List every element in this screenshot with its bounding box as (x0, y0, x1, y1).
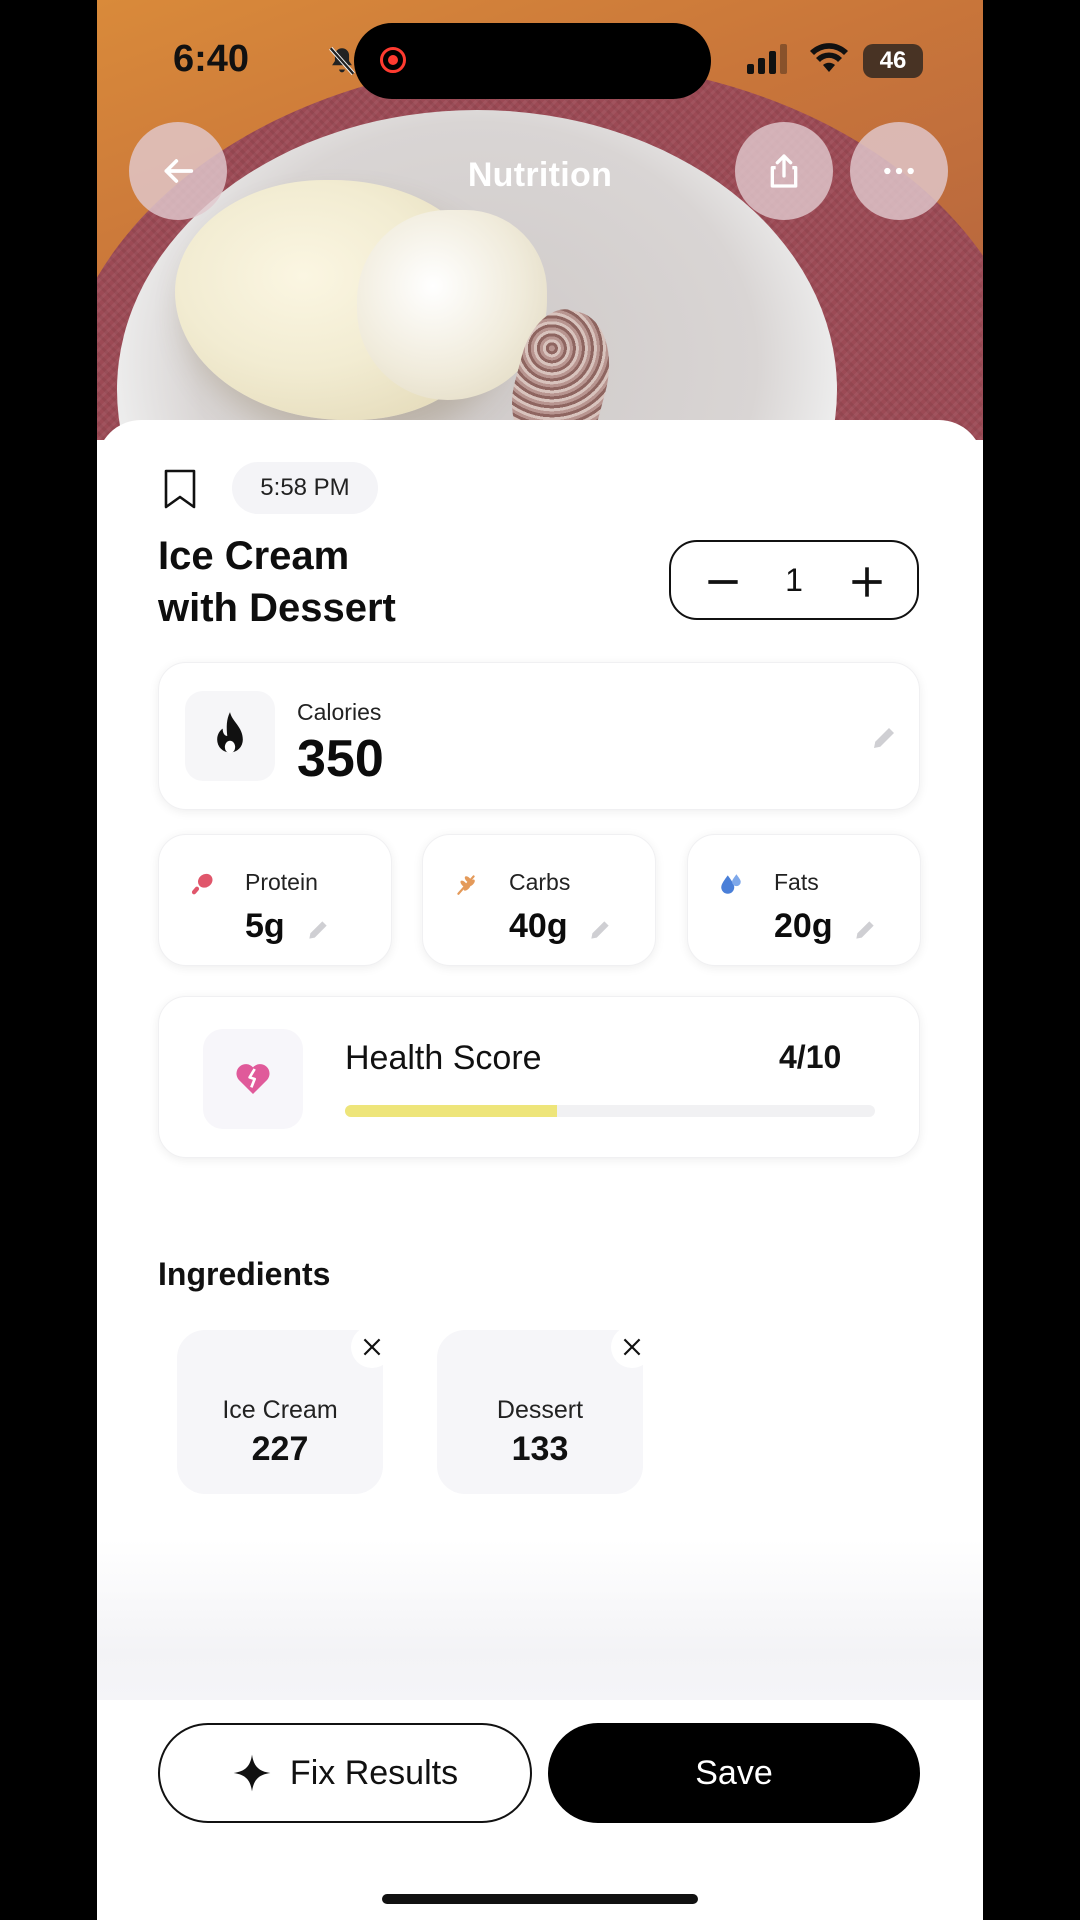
signal-icon (747, 44, 787, 74)
health-score-value: 4/10 (779, 1039, 842, 1075)
protein-card[interactable]: Protein 5g (158, 834, 392, 966)
broken-heart-icon (236, 1064, 270, 1094)
fats-card[interactable]: Fats 20g (687, 834, 921, 966)
screen: 6:40 46 Nutrition 5:58 PM Ice Cream with… (97, 0, 983, 1920)
remove-ingredient-button[interactable] (611, 1326, 653, 1368)
recording-icon (380, 47, 406, 73)
pencil-icon[interactable] (587, 917, 613, 943)
close-icon (363, 1338, 381, 1356)
save-button[interactable]: Save (548, 1723, 920, 1823)
ingredient-calories: 227 (251, 1430, 309, 1468)
battery-indicator: 46 (863, 44, 923, 78)
droplets-icon (721, 874, 741, 894)
remove-ingredient-button[interactable] (351, 1326, 393, 1368)
carbs-card[interactable]: Carbs 40g (422, 834, 656, 966)
carbs-value: 40g (509, 907, 568, 945)
more-options-button[interactable] (850, 122, 948, 220)
protein-label: Protein (245, 869, 318, 895)
wifi-icon (810, 43, 848, 72)
fats-value: 20g (774, 907, 833, 945)
health-score-card[interactable]: Health Score 4/10 (158, 996, 920, 1158)
more-horizontal-icon (884, 167, 914, 175)
status-time: 6:40 (173, 38, 250, 80)
flame-icon-box (185, 691, 275, 781)
health-score-fill (345, 1105, 557, 1117)
calories-value: 350 (297, 730, 384, 788)
fats-label: Fats (774, 869, 819, 895)
dynamic-island (354, 23, 711, 99)
health-score-bar (345, 1105, 875, 1117)
food-title-line-1: Ice Cream (158, 534, 350, 578)
calories-label: Calories (297, 699, 382, 725)
carbs-label: Carbs (509, 869, 571, 895)
fix-results-button[interactable]: Fix Results (158, 1723, 532, 1823)
share-button[interactable] (735, 122, 833, 220)
protein-value: 5g (245, 907, 285, 945)
status-bar: 6:40 46 (97, 0, 983, 110)
bookmark-icon[interactable] (163, 468, 197, 510)
action-bar: Fix Results Save (97, 1700, 983, 1920)
bottom-fade (97, 1540, 983, 1700)
share-icon (770, 154, 798, 188)
ingredient-card[interactable]: Ice Cream 227 (177, 1326, 393, 1494)
health-score-label: Health Score (345, 1039, 542, 1077)
plus-icon[interactable] (845, 560, 889, 604)
ingredient-name: Ice Cream (222, 1396, 338, 1424)
food-title: Ice Cream with Dessert (158, 530, 558, 634)
ingredient-card[interactable]: Dessert 133 (437, 1326, 653, 1494)
flame-icon (217, 712, 243, 754)
meal-time-badge: 5:58 PM (232, 462, 378, 514)
sparkle-icon (233, 1754, 271, 1792)
servings-stepper: 1 (669, 540, 919, 620)
food-title-line-2: with Dessert (158, 586, 396, 630)
ingredient-calories: 133 (511, 1430, 569, 1468)
close-icon (623, 1338, 641, 1356)
fix-results-label: Fix Results (289, 1753, 459, 1792)
heart-icon-box (203, 1029, 303, 1129)
ingredients-heading: Ingredients (158, 1256, 331, 1292)
calories-card[interactable]: Calories 350 (158, 662, 920, 810)
pencil-icon[interactable] (852, 917, 878, 943)
pencil-icon[interactable] (869, 723, 899, 753)
wheat-icon (457, 875, 475, 895)
drumstick-icon (191, 873, 213, 895)
ingredient-name: Dessert (496, 1396, 584, 1424)
pencil-icon[interactable] (305, 917, 331, 943)
home-indicator (382, 1894, 698, 1904)
